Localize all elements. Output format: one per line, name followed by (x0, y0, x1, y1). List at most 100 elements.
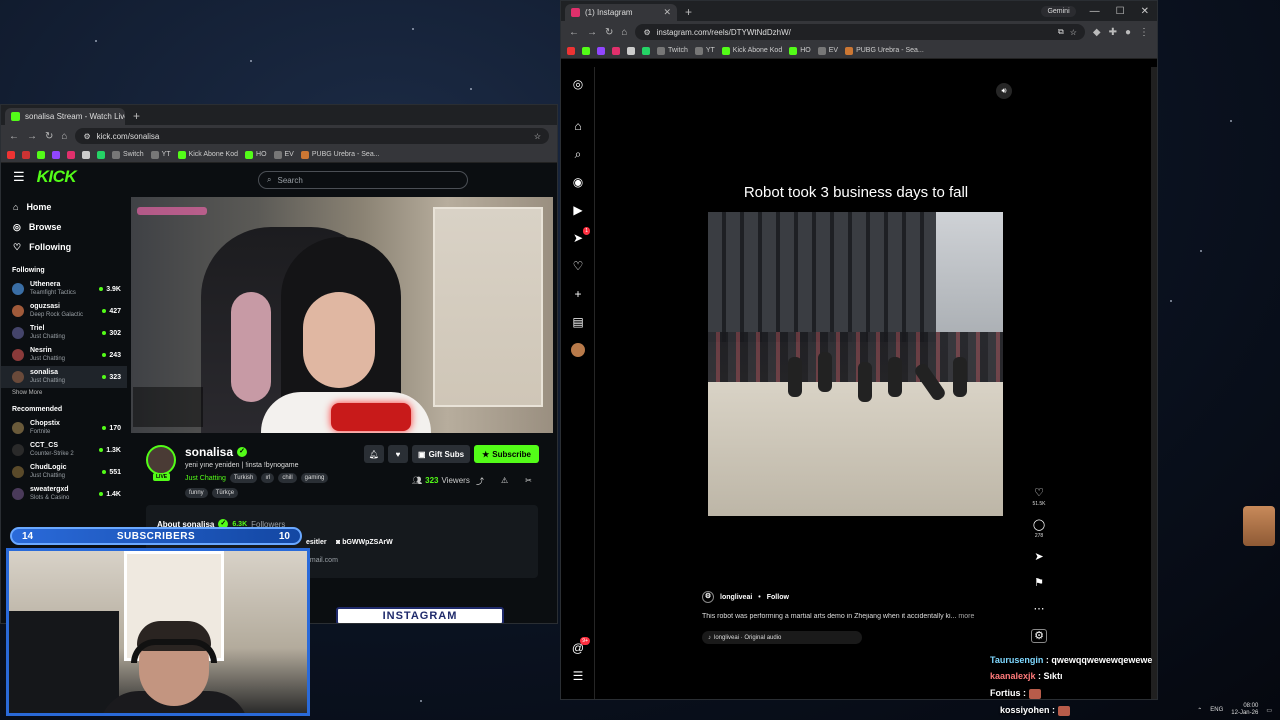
author-avatar-icon[interactable]: ⚙ (702, 591, 714, 603)
more-menu-icon[interactable]: ☰ (571, 669, 585, 683)
language-indicator[interactable]: ENG (1210, 707, 1223, 713)
tag-pill[interactable]: Turkish (229, 473, 258, 483)
bookmark-yt[interactable]: YT (694, 46, 715, 55)
whatsapp-bookmark-icon[interactable] (642, 46, 650, 55)
menu-dots-icon[interactable]: ⋮ (1139, 27, 1149, 38)
bookmark-icon[interactable] (22, 150, 30, 159)
recommended-channel-item[interactable]: CCT_CS Counter-Strike 2 1.3K (1, 439, 127, 461)
explore-icon[interactable]: ◉ (571, 175, 585, 189)
notification-bell-button[interactable]: 🔔︎ (364, 445, 384, 463)
tab-instagram[interactable]: (1) Instagram ✕ (565, 4, 677, 21)
close-window-icon[interactable]: ✕ (1141, 6, 1149, 17)
notification-icon[interactable]: ▭ (1266, 707, 1272, 714)
recommended-channel-item[interactable]: Chopstix Fortnite 170 (1, 417, 127, 439)
tray-chevron-icon[interactable]: ⌃ (1197, 707, 1202, 714)
tag-pill[interactable]: gaming (300, 473, 329, 483)
twitch-bookmark-icon[interactable] (52, 150, 60, 159)
streamer-avatar[interactable] (146, 445, 176, 475)
kick-bookmark-icon[interactable] (37, 150, 45, 159)
instagram-banner[interactable]: INSTAGRAM (336, 607, 504, 623)
notifications-icon[interactable]: ♡ (571, 259, 585, 273)
kick-bookmark-icon[interactable] (582, 46, 590, 55)
tag-pill[interactable]: chill (278, 473, 297, 483)
bookmark-pubg[interactable]: PUBG Urebra - Sea... (845, 46, 924, 55)
author-name[interactable]: longliveai (720, 594, 752, 601)
bookmark-yt[interactable]: YT (150, 150, 171, 159)
minimize-icon[interactable]: — (1090, 6, 1100, 17)
nav-browse[interactable]: ◎ Browse (1, 217, 127, 237)
reel-video[interactable] (708, 212, 1003, 516)
twitch-bookmark-icon[interactable] (597, 46, 605, 55)
category-link[interactable]: Just Chatting (185, 475, 226, 482)
bookmark-ho[interactable]: HO (245, 150, 267, 159)
tag-pill[interactable]: funny (185, 488, 208, 498)
bookmark-ev[interactable]: EV (817, 46, 838, 55)
page-scrollbar[interactable] (1151, 67, 1157, 699)
home-icon[interactable]: ⌂ (571, 119, 585, 133)
audio-thumb[interactable]: ⚙ (1031, 629, 1047, 643)
youtube-bookmark-icon[interactable] (567, 46, 575, 55)
streamer-name[interactable]: sonalisa ✓ (185, 445, 248, 459)
maximize-icon[interactable]: ☐ (1116, 6, 1125, 17)
threads-icon[interactable]: @9+ (571, 637, 590, 655)
close-tab-icon[interactable]: ✕ (663, 7, 671, 18)
more-link[interactable]: more (958, 613, 974, 620)
report-icon[interactable]: ⚠ (501, 476, 508, 487)
dashboard-icon[interactable]: ▤ (571, 315, 585, 329)
address-bar[interactable]: ⚙ instagram.com/reels/DTYWtNdDzhW/ ⧉ ☆ (635, 24, 1085, 40)
clock[interactable]: 08:00 12-Jan-26 (1231, 703, 1258, 717)
install-icon[interactable]: ⧉ (1058, 27, 1064, 37)
bookmark-switch[interactable]: Switch (112, 150, 144, 159)
clip-icon[interactable]: ✂ (525, 476, 532, 487)
following-channel-item[interactable]: oguzsasi Deep Rock Galactic 427 (1, 300, 127, 322)
save-action[interactable]: ⚑ (1031, 577, 1047, 589)
tab-kick[interactable]: sonalisa Stream - Watch Live on ✕ (5, 108, 125, 125)
forward-icon[interactable]: → (27, 131, 37, 142)
address-bar[interactable]: ⚙ kick.com/sonalisa ☆ (75, 128, 549, 144)
whatsapp-bookmark-icon[interactable] (97, 150, 105, 159)
instagram-logo-icon[interactable]: ◎ (571, 77, 585, 91)
follow-button[interactable]: Follow (767, 594, 789, 601)
mute-icon[interactable]: 🔊︎ (996, 83, 1012, 99)
bookmark-pubg[interactable]: PUBG Urebra - Sea... (300, 150, 380, 159)
about-link-partial[interactable]: esitler (306, 539, 327, 546)
bookmark-ho[interactable]: HO (789, 46, 811, 55)
share-action[interactable]: ➤ (1031, 551, 1047, 563)
hamburger-menu-icon[interactable]: ☰ (13, 169, 25, 185)
instagram-bookmark-icon[interactable] (67, 150, 75, 159)
site-info-icon[interactable]: ⚙ (83, 132, 90, 141)
following-channel-item[interactable]: Triel Just Chatting 302 (1, 322, 127, 344)
recommended-channel-item[interactable]: ChudLogic Just Chatting 551 (1, 461, 127, 483)
kick-search-input[interactable]: ⌕ Search (258, 171, 468, 189)
bookmark-star-icon[interactable]: ☆ (1070, 28, 1077, 37)
profile-avatar[interactable] (571, 343, 585, 357)
bookmark-kick-abone[interactable]: Kick Abone Kod (721, 46, 782, 55)
x-bookmark-icon[interactable] (627, 46, 635, 55)
bookmark-kick-abone[interactable]: Kick Abone Kod (177, 150, 238, 159)
tag-pill[interactable]: Türkçe (211, 488, 239, 498)
extension-icon[interactable]: ◆ (1093, 27, 1101, 38)
profile-icon[interactable]: ● (1125, 27, 1131, 38)
gemini-button[interactable]: Gemini (1041, 5, 1076, 17)
messages-icon[interactable]: ➤ 1 (571, 227, 590, 245)
forward-icon[interactable]: → (587, 27, 597, 38)
kick-logo[interactable]: KICK (37, 167, 77, 187)
stream-video-player[interactable] (131, 197, 553, 433)
subscribe-button[interactable]: ★ Subscribe (474, 445, 539, 463)
tag-pill[interactable]: ırl (261, 473, 275, 483)
instagram-bookmark-icon[interactable] (612, 46, 620, 55)
create-icon[interactable]: + (571, 287, 585, 301)
comment-action[interactable]: ◯ 278 (1031, 519, 1047, 539)
like-action[interactable]: ♡ 51.5K (1031, 487, 1047, 507)
site-info-icon[interactable]: ⚙ (643, 28, 650, 37)
bookmark-ev[interactable]: EV (273, 150, 294, 159)
discord-link[interactable]: ◙ bGWWpZSArW (336, 539, 393, 546)
back-icon[interactable]: ← (569, 27, 579, 38)
recommended-channel-item[interactable]: sweatergxd Slots & Casino 1.4K (1, 483, 127, 505)
reels-icon[interactable]: ▶ (571, 203, 585, 217)
nav-home[interactable]: ⌂ Home (1, 197, 127, 217)
x-bookmark-icon[interactable] (82, 150, 90, 159)
bookmark-twitch[interactable]: Twitch (657, 46, 688, 55)
following-channel-item[interactable]: Nesrin Just Chatting 243 (1, 344, 127, 366)
reload-icon[interactable]: ↻ (45, 131, 53, 142)
